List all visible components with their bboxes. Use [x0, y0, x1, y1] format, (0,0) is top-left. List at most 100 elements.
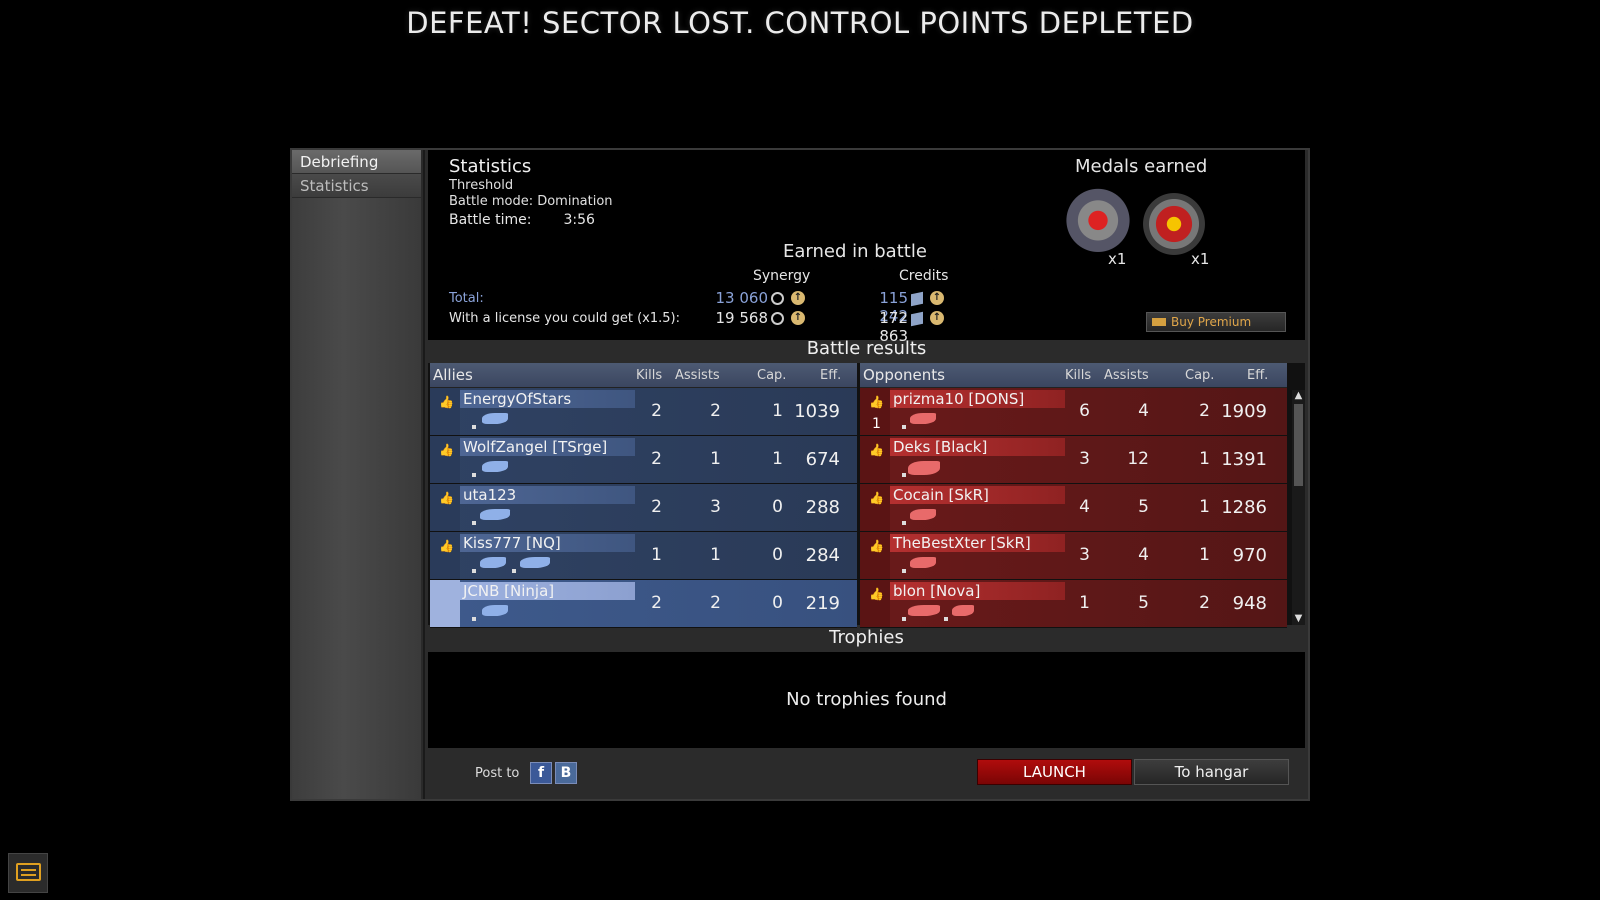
rank-icon: [472, 617, 476, 621]
medal-count: x1: [1191, 250, 1210, 268]
table-row[interactable]: 👍 uta123 2 3 0 288: [430, 484, 857, 532]
facebook-share-button[interactable]: f: [530, 762, 552, 784]
kills-cell: 2: [651, 593, 662, 613]
thumbs-up-icon[interactable]: 👍: [869, 492, 884, 504]
rank-icon: [902, 569, 906, 573]
player-name-bar: Kiss777 [NQ]: [460, 534, 635, 552]
sidebar-item-statistics[interactable]: Statistics: [292, 174, 421, 198]
results-scrollbar[interactable]: ▲ ▼: [1292, 390, 1305, 625]
ship-icon: [910, 509, 936, 520]
eff-cell: 948: [1232, 593, 1267, 614]
sidebar-item-debriefing[interactable]: Debriefing: [292, 150, 421, 174]
player-name-bar: EnergyOfStars: [460, 390, 635, 408]
table-row[interactable]: 👍 Deks [Black] 3 12 1 1391: [860, 436, 1287, 484]
opponents-label: Opponents: [863, 366, 945, 384]
player-name: uta123: [463, 486, 517, 504]
eff-cell: 674: [805, 449, 840, 470]
eff-cell: 284: [805, 545, 840, 566]
rank-icon: [902, 617, 906, 621]
player-name-bar: blon [Nova]: [890, 582, 1065, 600]
scrollbar-thumb[interactable]: [1294, 404, 1303, 486]
player-name: JCNB [Ninja]: [463, 582, 555, 600]
player-name-bar: TheBestXter [SkR]: [890, 534, 1065, 552]
thumbs-up-icon[interactable]: 👍: [869, 540, 884, 552]
table-row[interactable]: 👍 WolfZangel [TSrge] 2 1 1 674: [430, 436, 857, 484]
allies-header: Allies Kills Assists Cap. Eff.: [430, 363, 857, 388]
battle-mode: Battle mode: Domination: [449, 194, 613, 209]
launch-button[interactable]: LAUNCH: [977, 759, 1132, 785]
cap-header: Cap.: [1185, 368, 1215, 383]
cap-cell: 1: [1199, 449, 1210, 469]
player-name: EnergyOfStars: [463, 390, 572, 408]
buy-premium-button[interactable]: Buy Premium: [1146, 312, 1286, 332]
thumbs-up-icon[interactable]: 👍: [869, 396, 884, 408]
battle-time: Battle time: 3:56: [449, 212, 595, 228]
allies-label: Allies: [433, 366, 473, 384]
thumbs-up-icon[interactable]: 👍: [869, 444, 884, 456]
player-name-bar: JCNB [Ninja]: [460, 582, 635, 600]
cap-header: Cap.: [757, 368, 787, 383]
thumbs-up-icon[interactable]: 👍: [439, 396, 454, 408]
player-name: prizma10 [DONS]: [893, 390, 1025, 408]
assists-cell: 3: [710, 497, 721, 517]
kills-cell: 3: [1079, 449, 1090, 469]
sidebar: Debriefing Statistics: [292, 150, 423, 799]
vk-share-button[interactable]: B: [555, 762, 577, 784]
to-hangar-button[interactable]: To hangar: [1134, 759, 1289, 785]
table-row[interactable]: 👍 TheBestXter [SkR] 3 4 1 970: [860, 532, 1287, 580]
rank-icon: [944, 617, 948, 621]
assists-cell: 4: [1138, 545, 1149, 565]
player-name: blon [Nova]: [893, 582, 981, 600]
eff-cell: 1039: [794, 401, 840, 422]
upgrade-arrow-icon: ↑: [930, 311, 944, 325]
row-strip: [430, 580, 460, 627]
assists-cell: 12: [1127, 449, 1149, 469]
player-name: Kiss777 [NQ]: [463, 534, 561, 552]
eff-cell: 288: [805, 497, 840, 518]
chat-icon: [16, 863, 41, 881]
eff-cell: 970: [1232, 545, 1267, 566]
eff-cell: 1391: [1221, 449, 1267, 470]
cap-cell: 2: [1199, 401, 1210, 421]
assists-header: Assists: [1104, 368, 1149, 383]
assists-cell: 5: [1138, 497, 1149, 517]
cap-cell: 1: [1199, 497, 1210, 517]
assists-cell: 1: [710, 545, 721, 565]
assists-cell: 2: [710, 401, 721, 421]
chat-button[interactable]: [8, 853, 48, 893]
thumbs-up-icon[interactable]: 👍: [869, 588, 884, 600]
kills-cell: 4: [1079, 497, 1090, 517]
thumbs-up-icon[interactable]: 👍: [439, 540, 454, 552]
eff-header: Eff.: [1247, 368, 1269, 383]
upgrade-arrow-icon: ↑: [930, 291, 944, 305]
thumbs-up-icon[interactable]: 👍: [439, 492, 454, 504]
ship-icon: [952, 605, 974, 616]
cap-cell: 0: [772, 545, 783, 565]
table-row[interactable]: 👍 blon [Nova] 1 5 2 948: [860, 580, 1287, 628]
chat-icon-line: [21, 869, 36, 871]
credits-icon: [911, 291, 923, 307]
cap-cell: 0: [772, 497, 783, 517]
battle-time-label: Battle time:: [449, 212, 532, 228]
player-name-bar: WolfZangel [TSrge]: [460, 438, 635, 456]
table-row-current-player[interactable]: JCNB [Ninja] 2 2 0 219: [430, 580, 857, 628]
rank-icon: [902, 473, 906, 477]
player-name-bar: uta123: [460, 486, 635, 504]
ship-icon: [910, 557, 936, 568]
table-row[interactable]: 👍 EnergyOfStars 2 2 1 1039: [430, 388, 857, 436]
chevron-down-icon[interactable]: ▼: [1292, 613, 1305, 625]
thumbs-up-icon[interactable]: 👍: [439, 444, 454, 456]
table-row[interactable]: 👍 Kiss777 [NQ] 1 1 0 284: [430, 532, 857, 580]
ship-icon: [482, 605, 508, 616]
ship-icon: [908, 605, 940, 616]
table-row[interactable]: 👍 1 prizma10 [DONS] 6 4 2 1909: [860, 388, 1287, 436]
assists-cell: 1: [710, 449, 721, 469]
post-to-label: Post to: [475, 766, 520, 781]
opponents-table: Opponents Kills Assists Cap. Eff. 👍 1 pr…: [860, 363, 1287, 628]
kills-cell: 3: [1079, 545, 1090, 565]
buy-premium-label: Buy Premium: [1171, 315, 1252, 329]
map-name: Threshold: [449, 178, 514, 193]
chevron-up-icon[interactable]: ▲: [1292, 390, 1305, 402]
table-row[interactable]: 👍 Cocain [SkR] 4 5 1 1286: [860, 484, 1287, 532]
license-label: With a license you could get (x1.5):: [449, 311, 680, 326]
